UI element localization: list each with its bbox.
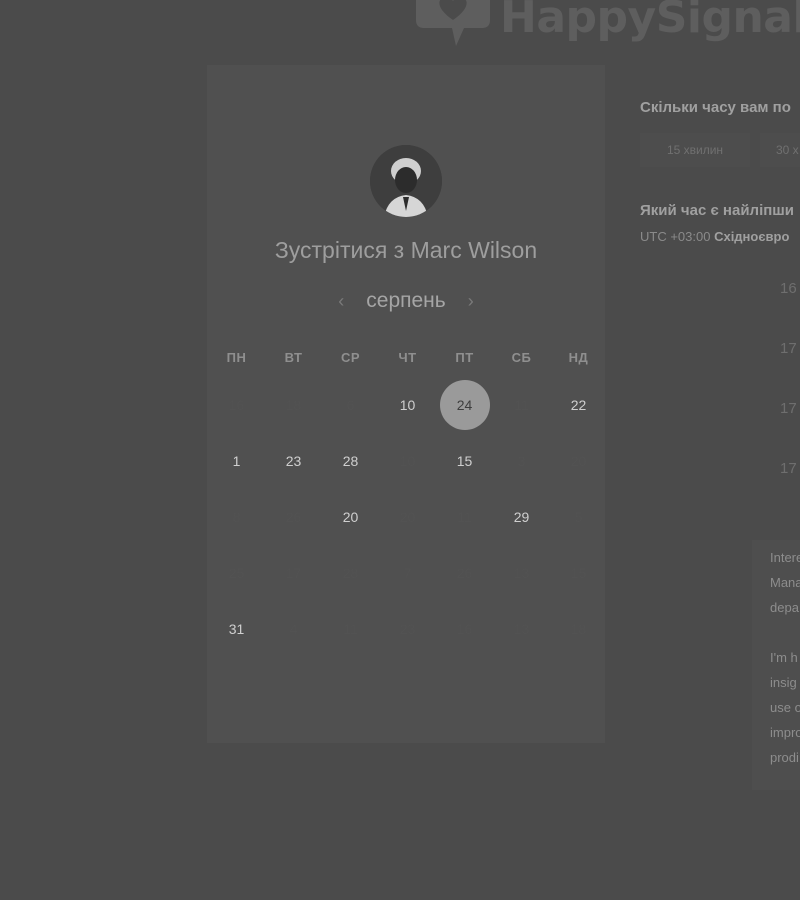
weekday-header: СБ <box>511 350 532 365</box>
weekday-header: ПН <box>226 350 247 365</box>
time-slot[interactable]: 16 <box>780 280 797 297</box>
calendar-day: 13 <box>513 565 530 581</box>
weekday-header: ВТ <box>284 350 303 365</box>
calendar-day-available[interactable]: 20 <box>322 489 379 545</box>
calendar-day: 5 <box>574 509 583 525</box>
calendar-day: 25 <box>228 565 245 581</box>
prev-month-chevron-icon[interactable]: ‹ <box>338 292 344 310</box>
calendar-day: 18 <box>285 397 302 413</box>
bio-text-line: depa <box>770 600 799 615</box>
bio-text-line: Mana <box>770 575 800 590</box>
bio-text-line: impro <box>770 725 800 740</box>
calendar-day-selected[interactable]: 24 <box>436 377 493 433</box>
meeting-title: Зустрітися з Marc Wilson <box>274 237 538 263</box>
calendar-day: 10 <box>399 453 416 469</box>
selected-day-label: 24 <box>439 380 490 430</box>
calendar-day-available[interactable]: 22 <box>550 377 607 433</box>
calendar-day: 28 <box>342 565 359 581</box>
calendar-day-available[interactable]: 29 <box>493 489 550 545</box>
avatar <box>370 145 442 217</box>
duration-option-15[interactable]: 15 хвилин <box>640 133 750 167</box>
host-bio-card: Intere Mana depa I'm h insig use o impro… <box>752 540 800 790</box>
calendar-day: 20 <box>570 453 587 469</box>
calendar-day: 20 <box>399 509 416 525</box>
calendar-day: 7 <box>403 565 412 581</box>
calendar-day: 23 <box>399 621 416 637</box>
weekday-header: СР <box>340 350 361 365</box>
bio-text-line: Intere <box>770 550 800 565</box>
calendar-day: 16 <box>228 397 245 413</box>
timezone-label[interactable]: UTC +03:00 Східноєвро <box>640 229 789 244</box>
duration-question: Скільки часу вам по <box>640 99 791 116</box>
calendar-day-available[interactable]: 28 <box>322 433 379 489</box>
next-month-chevron-icon[interactable]: › <box>468 292 474 310</box>
calendar-day: 16 <box>456 621 473 637</box>
speech-bubble-heart-icon <box>416 0 490 46</box>
calendar-day-available[interactable]: 1 <box>208 433 265 489</box>
bio-text-line: insig <box>770 675 797 690</box>
calendar-day-available[interactable]: 15 <box>436 433 493 489</box>
calendar-day: 17 <box>285 565 302 581</box>
calendar-day: 6 <box>346 397 355 413</box>
calendar-day-available[interactable]: 10 <box>379 377 436 433</box>
calendar-day-available[interactable]: 23 <box>265 433 322 489</box>
calendar-day: 11 <box>457 509 472 525</box>
calendar-day-available[interactable]: 31 <box>208 601 265 657</box>
time-slot[interactable]: 17 <box>780 340 797 357</box>
duration-option-30[interactable]: 30 х <box>760 133 800 167</box>
calendar-day: 13 <box>513 621 530 637</box>
timezone-name: Східноєвро <box>714 229 790 244</box>
weekday-header: ЧТ <box>398 350 417 365</box>
calendar-day: 26 <box>456 565 473 581</box>
calendar-day: 26 <box>285 509 302 525</box>
time-slot[interactable]: 17 <box>780 460 797 477</box>
month-navigation: ‹ серпень › <box>207 289 605 313</box>
weekday-header: ПТ <box>455 350 474 365</box>
person-portrait-icon <box>370 145 442 217</box>
calendar-day: 8 <box>232 509 241 525</box>
calendar-day: 4 <box>289 621 298 637</box>
bio-text-line: use o <box>770 700 800 715</box>
booking-calendar-card: Зустрітися з Marc Wilson ‹ серпень › ПН … <box>207 65 605 743</box>
bio-text-line: I'm h <box>770 650 798 665</box>
bio-text-line: prodi <box>770 750 799 765</box>
calendar-day: 18 <box>570 621 587 637</box>
time-question: Який час є найліпши <box>640 202 795 219</box>
calendar-day: 11 <box>514 397 529 413</box>
calendar-day: 11 <box>343 621 358 637</box>
weekday-header: НД <box>568 350 589 365</box>
time-slot[interactable]: 17 <box>780 400 797 417</box>
timezone-offset: UTC +03:00 <box>640 229 711 244</box>
calendar-day: 15 <box>570 565 587 581</box>
calendar-day: 3 <box>517 453 526 469</box>
month-label: серпень <box>366 289 446 312</box>
calendar-grid: ПН ВТ СР ЧТ ПТ СБ НД 16 18 6 10 24 11 22… <box>208 345 607 657</box>
